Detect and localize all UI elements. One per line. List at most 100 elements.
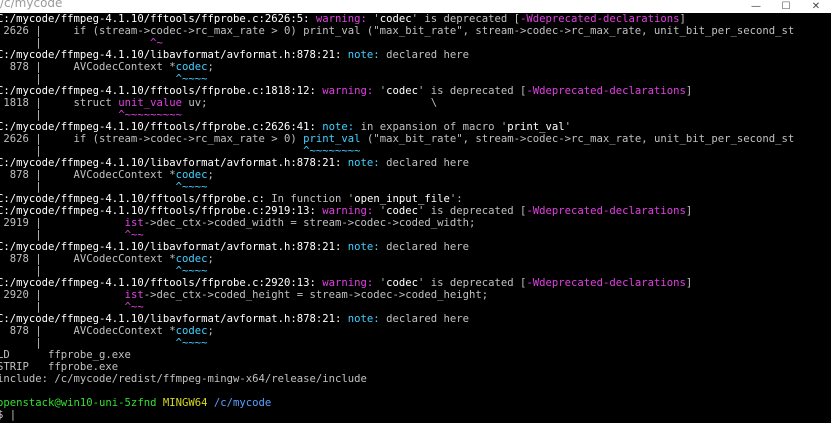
text-cursor: | — [9, 409, 17, 421]
terminal-line: | ^~~~~ — [0, 265, 831, 277]
terminal-text-segment: ^~~~~ — [175, 337, 208, 349]
terminal-line: C:/mycode/ffmpeg-4.1.10/fftools/ffprobe.… — [0, 13, 831, 25]
terminal-text-segment: ^~~~~ — [175, 265, 208, 277]
terminal-line: | ^~~~~~~~~~ — [0, 109, 831, 121]
terminal-text-segment: declared here — [386, 241, 469, 253]
terminal-text-segment: ^~~~~ — [175, 73, 208, 85]
terminal-text-segment: 878 | AVCodecContext * — [0, 325, 176, 337]
terminal-text-segment: MINGW64 — [162, 397, 214, 409]
terminal-line: 2920 | ist->dec_ctx->coded_height = stre… — [0, 289, 831, 301]
terminal-text-segment: | — [0, 337, 176, 349]
terminal-text-segment: codec — [175, 61, 208, 73]
terminal-text-segment: ^~ — [150, 37, 163, 49]
terminal-line: C:/mycode/ffmpeg-4.1.10/libavformat/avfo… — [0, 241, 831, 253]
terminal-text-segment: unit_value — [118, 97, 182, 109]
terminal-text-segment: C:/mycode/ffmpeg-4.1.10/libavformat/avfo… — [0, 157, 348, 169]
maximize-button[interactable]: ☐ — [771, 0, 801, 13]
terminal-text-segment: codec — [386, 205, 418, 217]
terminal-text-segment: C:/mycode/ffmpeg-4.1.10/libavformat/avfo… — [0, 241, 348, 253]
close-button[interactable]: ✕ — [801, 0, 831, 13]
terminal-text-segment: -Wdeprecated-declarations — [526, 85, 686, 97]
terminal-text-segment: | — [0, 229, 125, 241]
terminal-text-segment: ] — [685, 277, 693, 289]
terminal-text-segment: ' is deprecated [ — [411, 13, 521, 25]
terminal-text-segment: 2920 | — [0, 289, 125, 301]
terminal-text-segment: | — [0, 301, 125, 313]
terminal-line: include: /c/mycode/redist/ffmpeg-mingw-x… — [0, 373, 831, 385]
terminal-text-segment: note: — [347, 241, 387, 253]
terminal-text-segment: | — [0, 181, 176, 193]
terminal-text-segment: ->dec_ctx->coded_width = stream->codec->… — [143, 217, 476, 229]
terminal-line: C:/mycode/ffmpeg-4.1.10/fftools/ffprobe.… — [0, 121, 831, 133]
terminal-text-segment: codec — [175, 253, 208, 265]
terminal-line: | ^~~ — [0, 301, 831, 313]
terminal-text-segment: -Wdeprecated-declarations — [526, 277, 686, 289]
terminal-text-segment: ' is deprecated [ — [417, 277, 527, 289]
terminal-text-segment: C:/mycode/ffmpeg-4.1.10/fftools/ffprobe.… — [0, 277, 323, 289]
terminal-text-segment: 2919 | — [0, 217, 125, 229]
terminal-text-segment: C:/mycode/ffmpeg-4.1.10/fftools/ffprobe.… — [0, 121, 323, 133]
terminal-text-segment: print_val — [303, 133, 361, 145]
terminal-line: | ^~~~~~~~~ — [0, 145, 831, 157]
terminal-line: 878 | AVCodecContext *codec; — [0, 325, 831, 337]
terminal-line: openstack@win10-uni-5zfnd MINGW64 /c/myc… — [0, 397, 831, 409]
terminal-text-segment: warning: — [315, 13, 374, 25]
terminal-text-segment: ^~~ — [124, 301, 144, 313]
terminal-text-segment: ^~~~~~~~~ — [303, 145, 361, 157]
terminal-text-segment: 2626 | if (stream->codec->rc_max_rate > … — [0, 133, 304, 145]
terminal-text-segment: ist — [124, 217, 144, 229]
terminal-line: 878 | AVCodecContext *codec; — [0, 253, 831, 265]
terminal-text-segment: | — [0, 37, 151, 49]
terminal-text-segment: | — [0, 109, 119, 121]
terminal-text-segment: STRIP ffprobe.exe — [0, 361, 119, 373]
terminal-text-segment: openstack@win10-uni-5zfnd — [0, 397, 163, 409]
terminal-text-segment: codec — [386, 277, 418, 289]
terminal-text-segment: | — [0, 265, 176, 277]
terminal-line: 878 | AVCodecContext *codec; — [0, 61, 831, 73]
terminal-text-segment: warning: — [322, 277, 380, 289]
terminal-text-segment: ; — [207, 325, 214, 337]
terminal-text-segment: In function ' — [271, 193, 355, 205]
terminal-text-segment: 878 | AVCodecContext * — [0, 61, 176, 73]
terminal-text-segment: ': — [449, 193, 463, 205]
terminal-text-segment: ->dec_ctx->coded_height = stream->codec-… — [143, 289, 489, 301]
terminal-text-segment: declared here — [386, 313, 469, 325]
terminal-line: C:/mycode/ffmpeg-4.1.10/fftools/ffprobe.… — [0, 205, 831, 217]
terminal-text-segment: codec — [386, 85, 418, 97]
terminal-text-segment: $ — [0, 409, 4, 421]
terminal-text-segment: in expansion of macro ' — [360, 121, 508, 133]
terminal-line: | ^~~~~ — [0, 181, 831, 193]
terminal-line: | ^~~~~ — [0, 73, 831, 85]
terminal-text-segment: warning: — [322, 205, 380, 217]
terminal-text-segment: C:/mycode/ffmpeg-4.1.10/fftools/ffprobe.… — [0, 13, 316, 25]
terminal-text-segment: codec — [175, 325, 208, 337]
terminal-line: $ | — [0, 409, 831, 421]
terminal-text-segment: ; — [207, 169, 214, 181]
terminal-text-segment: C:/mycode/ffmpeg-4.1.10/fftools/ffprobe.… — [0, 205, 323, 217]
terminal-text-segment: include: /c/mycode/redist/ffmpeg-mingw-x… — [0, 373, 367, 385]
terminal-text-segment: -Wdeprecated-declarations — [526, 205, 686, 217]
terminal-text-segment: 1818 | struct — [0, 97, 119, 109]
terminal-text-segment: /c/mycode — [213, 397, 272, 409]
terminal-text-segment: C:/mycode/ffmpeg-4.1.10/fftools/ffprobe.… — [0, 193, 272, 205]
terminal-text-segment: ^~~ — [124, 229, 144, 241]
window-controls: — ☐ ✕ — [741, 0, 831, 13]
terminal-line: 2626 | if (stream->codec->rc_max_rate > … — [0, 133, 831, 145]
title-bar[interactable]: /c/mycode — ☐ ✕ — [0, 0, 831, 13]
terminal-line: 2919 | ist->dec_ctx->coded_width = strea… — [0, 217, 831, 229]
terminal-text-segment: ' — [564, 121, 572, 133]
terminal-text-segment: ^~~~~~~~~~ — [118, 109, 182, 121]
terminal-text-segment: open_input_file — [354, 193, 450, 205]
terminal-text-segment: declared here — [386, 49, 469, 61]
terminal-text-segment: codec — [379, 13, 412, 25]
terminal-output[interactable]: C:/mycode/ffmpeg-4.1.10/fftools/ffprobe.… — [0, 13, 831, 423]
terminal-line: LD ffprobe_g.exe — [0, 349, 831, 361]
terminal-text-segment: note: — [347, 157, 387, 169]
minimize-button[interactable]: — — [741, 0, 771, 13]
terminal-line: 878 | AVCodecContext *codec; — [0, 169, 831, 181]
terminal-line: C:/mycode/ffmpeg-4.1.10/fftools/ffprobe.… — [0, 277, 831, 289]
terminal-text-segment: C:/mycode/ffmpeg-4.1.10/libavformat/avfo… — [0, 49, 348, 61]
terminal-text-segment: ' is deprecated [ — [417, 85, 527, 97]
terminal-text-segment: ; — [207, 253, 214, 265]
